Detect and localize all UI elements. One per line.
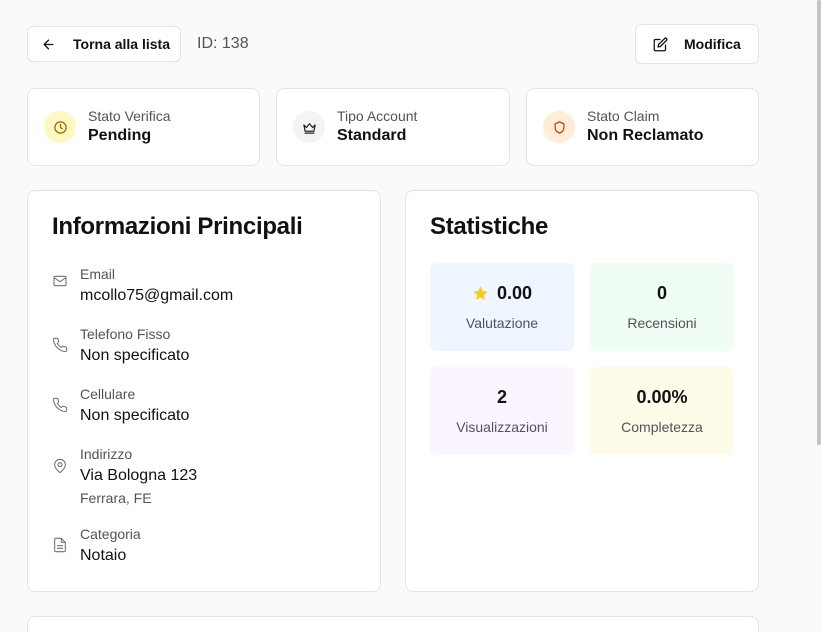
mail-icon — [52, 273, 68, 289]
clock-icon — [53, 120, 67, 134]
edit-button[interactable]: Modifica — [635, 24, 759, 64]
stats-card: Statistiche 0.00 Valutazione 0 Recension… — [405, 190, 759, 592]
reviews-label: Recensioni — [627, 315, 697, 331]
reviews-value: 0 — [656, 282, 667, 303]
info-mobile: Cellulare Non specificato — [52, 385, 364, 427]
info-email: Email mcollo75@gmail.com — [52, 265, 364, 307]
back-button[interactable]: Torna alla lista — [27, 26, 181, 62]
info-address: Indirizzo Via Bologna 123 Ferrara, FE — [52, 445, 364, 507]
phone-value: Non specificato — [80, 347, 190, 364]
star-icon — [473, 285, 488, 300]
category-value: Notaio — [80, 547, 127, 564]
email-label: Email — [80, 266, 116, 282]
document-icon — [52, 537, 68, 553]
completeness-value: 0.00% — [636, 386, 688, 407]
stat-tile-reviews: 0 Recensioni — [590, 263, 734, 351]
stat-tile-rating: 0.00 Valutazione — [430, 263, 574, 351]
email-value[interactable]: mcollo75@gmail.com — [80, 285, 233, 307]
status-label: Stato Verifica — [88, 108, 171, 124]
phone-icon — [52, 397, 68, 413]
phone-label: Telefono Fisso — [80, 326, 171, 342]
status-value: Non Reclamato — [587, 127, 704, 144]
completeness-label: Completezza — [621, 419, 703, 435]
views-label: Visualizzazioni — [456, 419, 548, 435]
category-label: Categoria — [80, 526, 141, 542]
rating-label: Valutazione — [465, 315, 539, 331]
stat-tile-views: 2 Visualizzazioni — [430, 367, 574, 455]
edit-icon — [653, 37, 668, 51]
info-phone: Telefono Fisso Non specificato — [52, 325, 364, 367]
stats-title: Statistiche — [430, 213, 549, 240]
shield-icon — [554, 120, 564, 134]
record-id: ID: 138 — [197, 35, 249, 52]
rating-value: 0.00 — [496, 282, 533, 303]
status-card-account-type: Tipo Account Standard — [276, 88, 510, 166]
edit-button-label: Modifica — [684, 36, 741, 52]
status-label: Tipo Account — [337, 108, 418, 124]
status-value: Standard — [337, 127, 407, 144]
mobile-value: Non specificato — [80, 407, 190, 424]
views-value: 2 — [496, 386, 507, 407]
arrow-left-icon — [43, 39, 54, 49]
stat-tile-completeness: 0.00% Completezza — [590, 367, 734, 455]
map-pin-icon — [52, 458, 68, 474]
info-title: Informazioni Principali — [52, 213, 303, 240]
status-card-claim: Stato Claim Non Reclamato — [526, 88, 759, 166]
crown-icon-badge — [293, 111, 325, 143]
crown-icon — [302, 122, 316, 134]
address-value: Via Bologna 123 — [80, 467, 198, 484]
phone-icon — [52, 337, 68, 353]
status-value: Pending — [88, 127, 152, 144]
address-city: Ferrara, FE — [80, 490, 152, 506]
next-section-card — [27, 616, 759, 632]
info-card: Informazioni Principali Email mcollo75@g… — [27, 190, 381, 592]
back-button-label: Torna alla lista — [73, 36, 170, 52]
mobile-label: Cellulare — [80, 386, 136, 402]
status-label: Stato Claim — [587, 108, 660, 124]
scrollbar-thumb[interactable] — [817, 0, 821, 445]
address-label: Indirizzo — [80, 446, 133, 462]
info-category: Categoria Notaio — [52, 525, 364, 567]
clock-icon-badge — [44, 111, 76, 143]
status-card-verification: Stato Verifica Pending — [27, 88, 260, 166]
shield-icon-badge — [543, 111, 575, 143]
